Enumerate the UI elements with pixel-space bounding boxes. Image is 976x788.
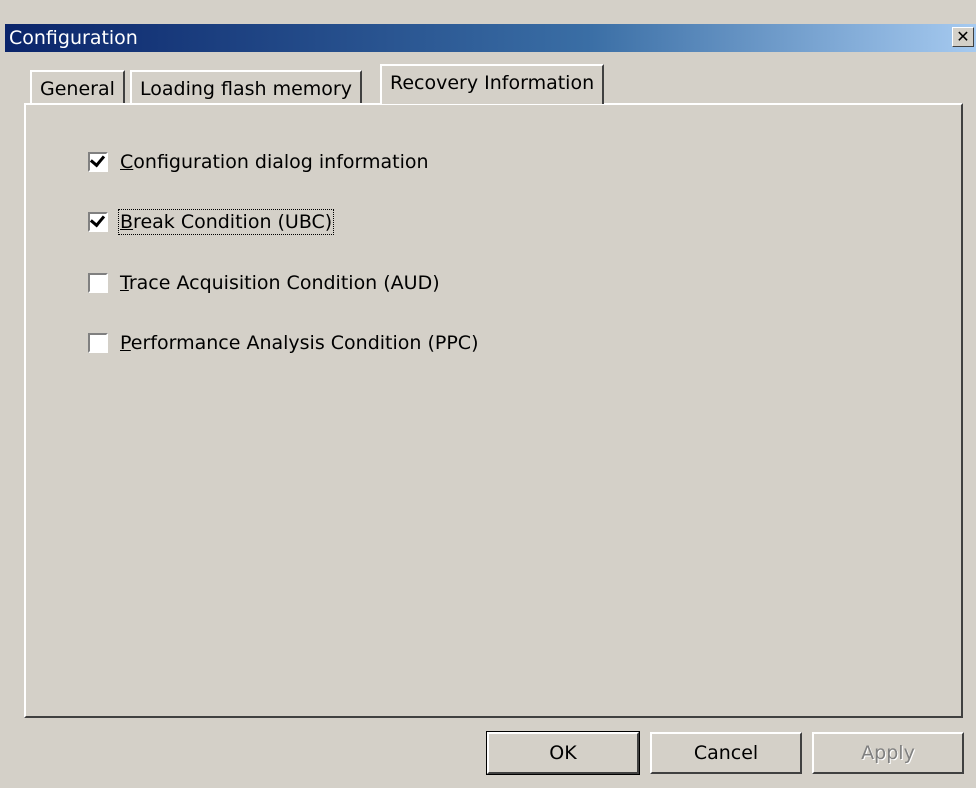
break-condition-ubc-checkbox[interactable] [88, 211, 108, 232]
cancel-button[interactable]: Cancel [650, 732, 802, 774]
tab-loading-flash-memory[interactable]: Loading flash memory [130, 70, 362, 104]
break-condition-ubc-label: Break Condition (UBC) [117, 209, 335, 235]
trace-acquisition-condition-aud-label: Trace Acquisition Condition (AUD) [120, 272, 440, 294]
apply-button: Apply [812, 732, 964, 774]
cancel-button-label: Cancel [693, 742, 759, 764]
tab-recovery-information[interactable]: Recovery Information [380, 64, 605, 104]
option-break-condition-ubc[interactable]: Break Condition (UBC) [88, 209, 335, 235]
close-icon: ✕ [956, 27, 970, 46]
title-bar[interactable]: Configuration ✕ [5, 24, 976, 52]
performance-analysis-condition-ppc-label: Performance Analysis Condition (PPC) [120, 332, 479, 354]
option-trace-acquisition-condition-aud[interactable]: Trace Acquisition Condition (AUD) [88, 270, 440, 296]
tab-loading-flash-memory-label: Loading flash memory [140, 78, 352, 100]
performance-analysis-condition-ppc-checkbox[interactable] [88, 333, 108, 353]
close-button[interactable]: ✕ [952, 27, 974, 47]
configuration-dialog: Configuration ✕ General Loading flash me… [0, 0, 976, 788]
checkmark-icon [89, 211, 106, 228]
option-performance-analysis-condition-ppc[interactable]: Performance Analysis Condition (PPC) [88, 330, 478, 356]
checkmark-icon [89, 151, 106, 168]
trace-acquisition-condition-aud-checkbox[interactable] [88, 273, 108, 293]
configuration-dialog-information-checkbox[interactable] [88, 151, 108, 172]
configuration-dialog-information-label: Configuration dialog information [120, 151, 429, 173]
apply-button-label: Apply [861, 742, 915, 764]
tab-general-label: General [40, 78, 115, 100]
tab-general[interactable]: General [30, 70, 125, 104]
window-title: Configuration [9, 27, 138, 49]
tab-panel-recovery-information: Configuration dialog information Break C… [24, 103, 963, 718]
ok-button[interactable]: OK [486, 731, 640, 775]
option-configuration-dialog-information[interactable]: Configuration dialog information [88, 149, 429, 175]
ok-button-label: OK [549, 742, 577, 764]
tab-recovery-information-label: Recovery Information [390, 72, 595, 94]
